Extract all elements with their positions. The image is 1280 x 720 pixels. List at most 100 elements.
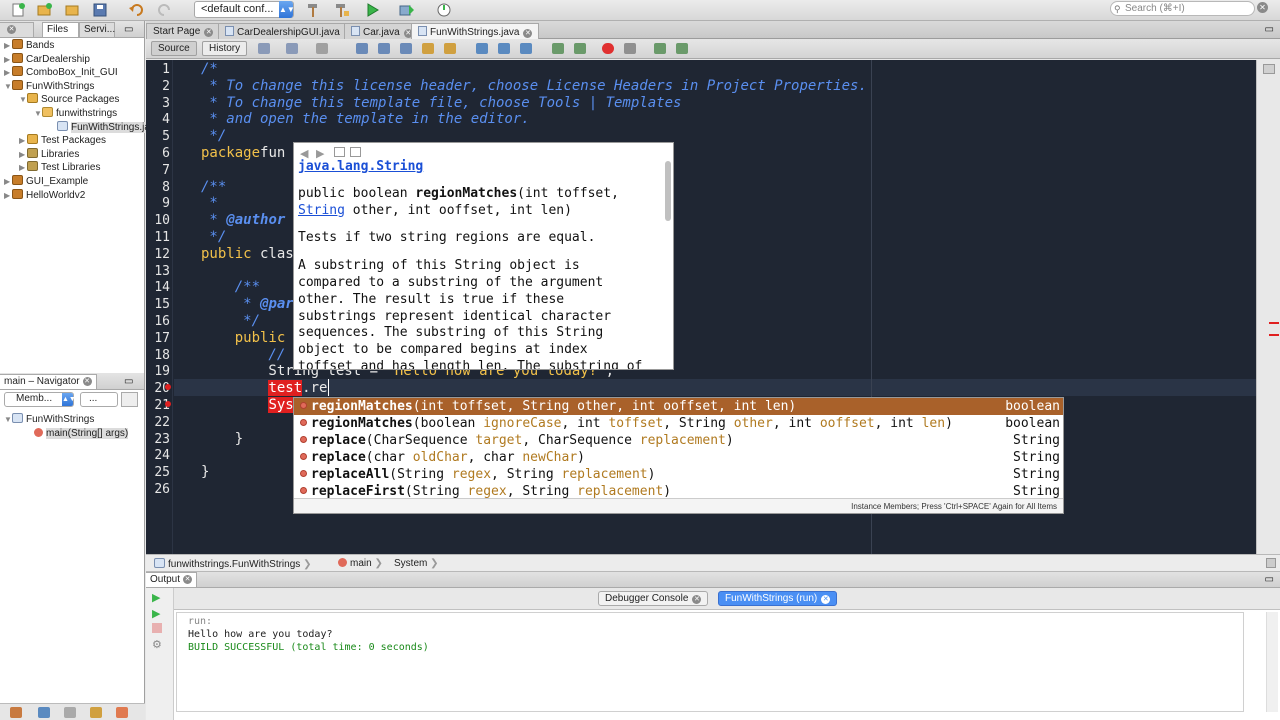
shift-left-icon[interactable] [552, 43, 564, 54]
tab-services[interactable]: Servi... [79, 22, 115, 37]
expand-toggle-icon[interactable]: ▶ [4, 66, 12, 79]
run-icon[interactable] [364, 2, 381, 18]
clean-build-icon[interactable] [333, 2, 350, 18]
history-button[interactable]: History [202, 41, 248, 56]
close-icon[interactable]: ✕ [7, 25, 16, 34]
expand-toggle-icon[interactable]: ▶ [19, 134, 27, 147]
tree-item[interactable]: ▼ Source Packages [19, 93, 119, 106]
scroll-right-icon[interactable] [1266, 558, 1276, 568]
start-macro-icon[interactable] [602, 43, 614, 54]
navigator-options-icon[interactable] [121, 392, 138, 407]
tree-item[interactable]: ▶ Test Libraries [19, 161, 100, 174]
comment-icon[interactable] [654, 43, 666, 54]
output-scrollbar[interactable] [1266, 612, 1278, 712]
completion-item[interactable]: replace(CharSequence target, CharSequenc… [294, 432, 1063, 449]
expand-toggle-icon[interactable]: ▶ [19, 148, 27, 161]
members-filter-select[interactable]: Memb... ▲▼ [4, 392, 76, 407]
navigator-class-item[interactable]: ▼ FunWithStrings [4, 413, 94, 426]
build-hammer-icon[interactable] [305, 2, 322, 18]
toggle-rect-select-icon[interactable] [444, 43, 456, 54]
forward-icon[interactable] [316, 43, 328, 54]
rerun-icon[interactable]: ▶ [152, 591, 160, 604]
tab-debugger-console[interactable]: Debugger Console ✕ [598, 591, 709, 606]
expand-toggle-icon[interactable]: ▼ [4, 413, 12, 426]
breadcrumb-class[interactable]: funwithstrings.FunWithStrings ❯ [154, 558, 311, 570]
expand-toggle-icon[interactable]: ▼ [4, 80, 12, 93]
completion-item[interactable]: replace(char oldChar, char newChar) Strin… [294, 449, 1063, 466]
tab-files[interactable]: Files [42, 22, 79, 37]
tree-item[interactable]: ▼ funwithstrings [34, 107, 117, 120]
completion-item[interactable]: replaceAll(String regex, String replacem… [294, 466, 1063, 483]
next-bookmark-icon[interactable] [498, 43, 510, 54]
tool-icon[interactable] [10, 707, 22, 718]
palette-icon[interactable] [116, 707, 128, 718]
sort-select[interactable]: ... [80, 392, 118, 407]
uncomment-icon[interactable] [676, 43, 688, 54]
completion-item[interactable]: replaceFirst(String regex, String replac… [294, 483, 1063, 500]
find-previous-icon[interactable] [378, 43, 390, 54]
minimize-icon[interactable]: ▭ [124, 24, 133, 35]
previous-bookmark-icon[interactable] [476, 43, 488, 54]
tree-item[interactable]: ▶ GUI_Example [4, 175, 88, 188]
open-project-icon[interactable] [64, 2, 81, 18]
window-icon[interactable] [64, 707, 76, 718]
configuration-select[interactable]: <default conf... ▲▼ [194, 1, 295, 18]
save-all-icon[interactable] [92, 2, 109, 18]
javadoc-class-link[interactable]: java.lang.String [298, 159, 423, 174]
tree-item[interactable]: ▼ FunWithStrings [4, 79, 94, 93]
new-file-icon[interactable] [10, 2, 27, 18]
find-icon[interactable] [356, 43, 368, 54]
tab-car[interactable]: Car.java ✕ [344, 23, 420, 39]
tree-item[interactable]: ▶ Libraries [19, 147, 79, 161]
rerun-with-params-icon[interactable]: ▶ [152, 607, 160, 620]
tab-output[interactable]: Output ✕ [146, 572, 198, 587]
tree-item[interactable]: ▶ Test Packages [19, 134, 106, 147]
expand-toggle-icon[interactable]: ▶ [4, 189, 12, 202]
new-project-icon[interactable] [36, 2, 53, 18]
tab-funwithstrings[interactable]: FunWithStrings.java ✕ [411, 23, 540, 39]
profile-icon[interactable] [436, 2, 453, 18]
minimize-icon[interactable]: ▭ [1265, 574, 1274, 585]
search-input[interactable]: ⚲ Search (⌘+I) ✕ [1110, 1, 1268, 16]
tab-projects-close[interactable]: ✕ [0, 22, 34, 37]
expand-toggle-icon[interactable]: ▶ [4, 175, 12, 188]
expand-toggle-icon[interactable]: ▶ [4, 39, 12, 52]
tree-item[interactable]: FunWithStrings.java [49, 120, 161, 134]
tree-item[interactable]: ▶ HelloWorldv2 [4, 188, 85, 202]
close-icon[interactable]: ✕ [204, 28, 214, 37]
tab-funwithstrings-run[interactable]: FunWithStrings (run) ✕ [718, 591, 838, 606]
tree-item[interactable]: ▶ ComboBox_Init_GUI [4, 66, 118, 79]
error-marker[interactable] [1269, 322, 1279, 324]
breadcrumb-system[interactable]: System ❯ [394, 558, 439, 569]
lock-icon[interactable] [90, 707, 102, 718]
stop-macro-icon[interactable] [624, 43, 636, 54]
go-to-source-icon[interactable] [350, 147, 361, 157]
completion-item[interactable]: regionMatches(int toffset, String other,… [294, 398, 1063, 415]
sig-type-link[interactable]: String [298, 203, 345, 218]
close-icon[interactable]: ✕ [523, 29, 533, 38]
completion-item[interactable]: regionMatches(boolean ignoreCase, int to… [294, 415, 1063, 432]
error-marker[interactable] [1269, 334, 1279, 336]
tab-navigator[interactable]: main – Navigator ✕ [0, 374, 97, 389]
debug-icon[interactable] [398, 2, 415, 18]
stop-icon[interactable] [152, 623, 162, 633]
close-icon[interactable]: ✕ [692, 595, 702, 604]
find-next-icon[interactable] [400, 43, 412, 54]
expand-toggle-icon[interactable]: ▼ [19, 93, 27, 106]
editor-error-stripe[interactable] [1256, 60, 1280, 554]
close-icon[interactable]: ✕ [821, 595, 831, 604]
close-icon[interactable]: ✕ [183, 575, 193, 584]
error-icon[interactable] [165, 401, 171, 407]
error-icon[interactable] [165, 384, 171, 390]
tab-cardealershipgui[interactable]: CarDealershipGUI.java✕ [218, 23, 360, 39]
settings-gear-icon[interactable]: ⚙ [152, 638, 162, 651]
tree-item[interactable]: ▶ Bands [4, 39, 54, 52]
window-icon[interactable] [38, 707, 50, 718]
tab-start-page[interactable]: Start Page ✕ [146, 23, 221, 39]
toggle-bookmark-icon[interactable] [520, 43, 532, 54]
expand-toggle-icon[interactable]: ▼ [34, 107, 42, 120]
back-icon[interactable] [286, 43, 298, 54]
navigator-method-item[interactable]: main(String[] args) [34, 427, 129, 440]
redo-icon[interactable] [156, 2, 173, 18]
tree-item[interactable]: ▶ CarDealership [4, 52, 90, 66]
